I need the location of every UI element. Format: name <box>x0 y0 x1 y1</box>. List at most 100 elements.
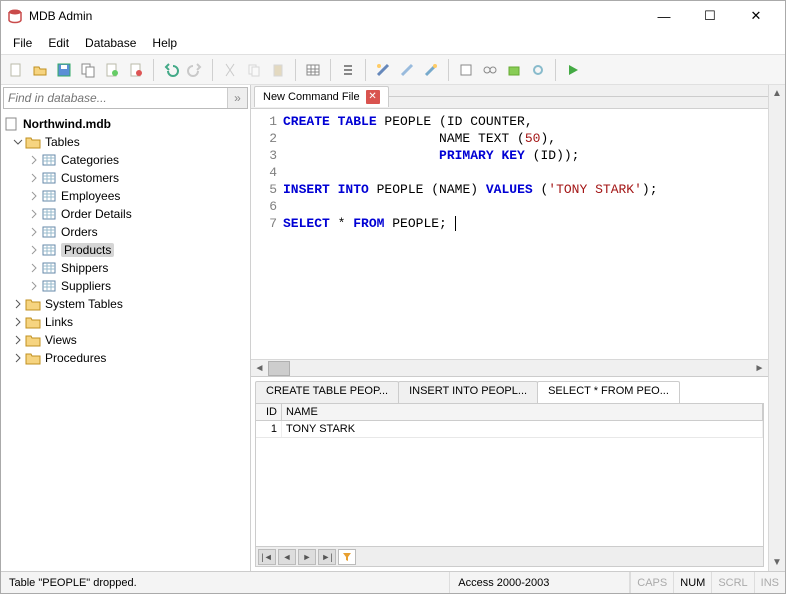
table-row[interactable]: 1TONY STARK <box>256 421 763 438</box>
scroll-right-icon[interactable]: ► <box>751 360 768 377</box>
cut-button[interactable] <box>219 59 241 81</box>
copy2-button[interactable] <box>243 59 265 81</box>
chevron-right-icon[interactable] <box>27 281 41 291</box>
vertical-scrollbar[interactable]: ▲ ▼ <box>768 85 785 571</box>
delete-doc-button[interactable] <box>125 59 147 81</box>
result-tab[interactable]: SELECT * FROM PEO... <box>537 381 680 403</box>
undo-button[interactable] <box>160 59 182 81</box>
scroll-left-icon[interactable]: ◄ <box>251 360 268 377</box>
num-indicator: NUM <box>673 572 711 593</box>
chevron-right-icon[interactable] <box>27 155 41 165</box>
menu-database[interactable]: Database <box>77 34 144 52</box>
prev-record-button[interactable]: ◄ <box>278 549 296 565</box>
folder-icon <box>25 351 41 365</box>
search-input[interactable] <box>4 88 227 108</box>
table-icon <box>41 189 57 203</box>
horizontal-scrollbar[interactable]: ◄ ► <box>251 359 768 376</box>
first-record-button[interactable]: |◄ <box>258 549 276 565</box>
chevron-right-icon[interactable] <box>27 191 41 201</box>
chevron-right-icon[interactable] <box>27 173 41 183</box>
refresh-button[interactable] <box>455 59 477 81</box>
tree-table-item[interactable]: Employees <box>3 187 248 205</box>
new-button[interactable] <box>5 59 27 81</box>
tree-views[interactable]: Views <box>3 331 248 349</box>
table-icon <box>41 225 57 239</box>
tree-table-item[interactable]: Categories <box>3 151 248 169</box>
folder-icon <box>25 333 41 347</box>
wizard2-button[interactable] <box>396 59 418 81</box>
chevron-right-icon[interactable] <box>11 299 25 309</box>
result-tab[interactable]: CREATE TABLE PEOP... <box>255 381 399 403</box>
menu-file[interactable]: File <box>5 34 40 52</box>
tree-procedures[interactable]: Procedures <box>3 349 248 367</box>
tree-system-tables[interactable]: System Tables <box>3 295 248 313</box>
sql-editor[interactable]: 1234567 CREATE TABLE PEOPLE (ID COUNTER,… <box>251 109 768 359</box>
chevron-right-icon[interactable] <box>27 227 41 237</box>
run-button[interactable] <box>562 59 584 81</box>
chevron-right-icon[interactable] <box>11 317 25 327</box>
new-doc-button[interactable] <box>101 59 123 81</box>
result-tab[interactable]: INSERT INTO PEOPL... <box>398 381 538 403</box>
search-box: » <box>3 87 248 109</box>
chevron-right-icon[interactable] <box>11 335 25 345</box>
grid-button[interactable] <box>302 59 324 81</box>
titlebar: MDB Admin — ☐ ✕ <box>1 1 785 31</box>
next-record-button[interactable]: ► <box>298 549 316 565</box>
editor-tabbar: New Command File ✕ <box>251 85 768 109</box>
column-header[interactable]: NAME <box>282 404 763 420</box>
scroll-up-icon[interactable]: ▲ <box>769 85 785 102</box>
chevron-right-icon[interactable] <box>11 353 25 363</box>
open-button[interactable] <box>29 59 51 81</box>
record-navigator: |◄ ◄ ► ►| <box>256 546 763 566</box>
database-tree[interactable]: Northwind.mdb Tables CategoriesCustomers… <box>1 111 250 571</box>
tree-tables[interactable]: Tables <box>3 133 248 151</box>
list-button[interactable] <box>337 59 359 81</box>
ins-indicator: INS <box>754 572 785 593</box>
redo-button[interactable] <box>184 59 206 81</box>
caps-indicator: CAPS <box>630 572 673 593</box>
tree-table-item[interactable]: Customers <box>3 169 248 187</box>
tree-table-item[interactable]: Orders <box>3 223 248 241</box>
sidebar: » Northwind.mdb Tables CategoriesCustome… <box>1 85 251 571</box>
tree-table-item[interactable]: Products <box>3 241 248 259</box>
scroll-thumb[interactable] <box>268 361 290 376</box>
table-icon <box>41 171 57 185</box>
code-area[interactable]: CREATE TABLE PEOPLE (ID COUNTER, NAME TE… <box>283 109 768 359</box>
search-go-button[interactable]: » <box>227 88 247 108</box>
column-header[interactable]: ID <box>256 404 282 420</box>
link-button[interactable] <box>479 59 501 81</box>
maximize-button[interactable]: ☐ <box>687 1 733 31</box>
chevron-right-icon[interactable] <box>27 245 41 255</box>
editor-tab[interactable]: New Command File ✕ <box>254 86 389 107</box>
tree-table-item[interactable]: Suppliers <box>3 277 248 295</box>
scroll-down-icon[interactable]: ▼ <box>769 554 785 571</box>
copy-button[interactable] <box>77 59 99 81</box>
results-grid[interactable]: ID NAME 1TONY STARK <box>256 404 763 438</box>
window-title: MDB Admin <box>29 9 641 23</box>
folder-icon <box>25 297 41 311</box>
paste-button[interactable] <box>267 59 289 81</box>
last-record-button[interactable]: ►| <box>318 549 336 565</box>
menu-help[interactable]: Help <box>144 34 185 52</box>
chevron-right-icon[interactable] <box>27 263 41 273</box>
filter-button[interactable] <box>338 549 356 565</box>
tree-links[interactable]: Links <box>3 313 248 331</box>
gear-button[interactable] <box>527 59 549 81</box>
status-message: Table "PEOPLE" dropped. <box>1 572 450 593</box>
tree-table-item[interactable]: Order Details <box>3 205 248 223</box>
wizard3-button[interactable] <box>420 59 442 81</box>
line-gutter: 1234567 <box>251 109 283 359</box>
chevron-down-icon[interactable] <box>11 137 25 147</box>
save-button[interactable] <box>53 59 75 81</box>
wizard1-button[interactable] <box>372 59 394 81</box>
close-button[interactable]: ✕ <box>733 1 779 31</box>
minimize-button[interactable]: — <box>641 1 687 31</box>
tab-close-icon[interactable]: ✕ <box>366 90 380 104</box>
chevron-right-icon[interactable] <box>27 209 41 219</box>
package-button[interactable] <box>503 59 525 81</box>
menu-edit[interactable]: Edit <box>40 34 77 52</box>
tree-db-root[interactable]: Northwind.mdb <box>3 115 248 133</box>
tab-label: New Command File <box>263 91 360 103</box>
tree-table-item[interactable]: Shippers <box>3 259 248 277</box>
database-icon <box>3 117 19 131</box>
